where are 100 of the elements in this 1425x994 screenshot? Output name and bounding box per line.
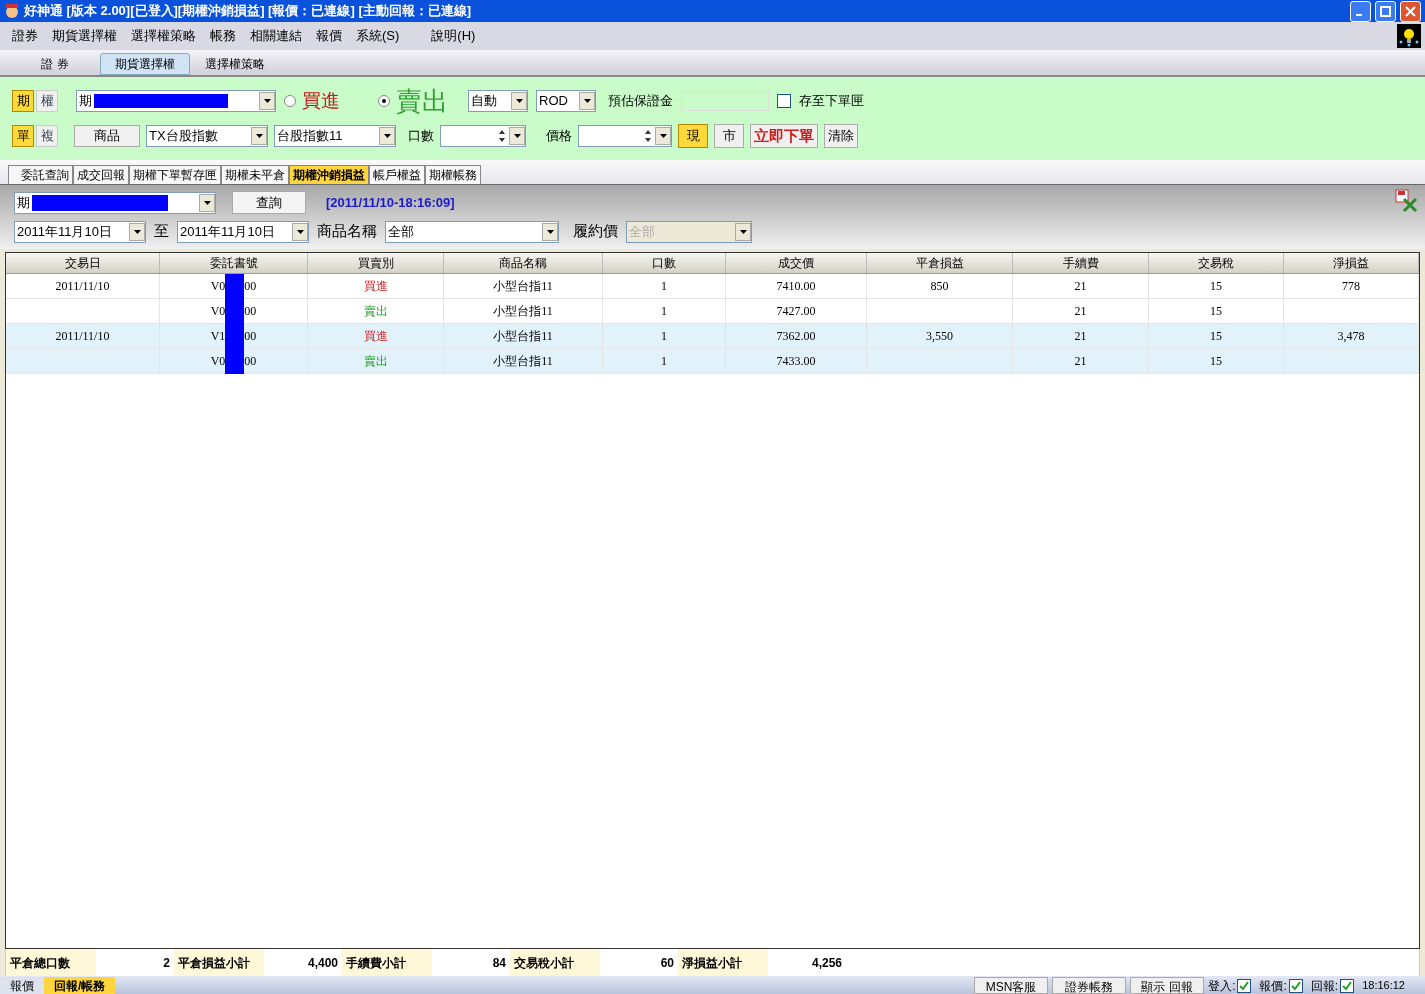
column-header[interactable]: 交易稅: [1149, 253, 1284, 273]
table-cell-text: 買進: [363, 278, 388, 295]
status-button[interactable]: MSN客服: [974, 977, 1049, 994]
table-row[interactable]: 2011/11/10 V1 00 買進 小型台指11 1 7362.00 3,550 21 15 3,478: [6, 324, 1419, 349]
clear-button[interactable]: 清除: [824, 124, 858, 148]
order-number: 00: [244, 353, 257, 370]
summary-value: 2: [162, 954, 171, 972]
toggle-button[interactable]: 單: [12, 125, 34, 147]
table-cell-text: 15: [1210, 353, 1222, 370]
menu-item[interactable]: 報價: [316, 26, 342, 46]
tab[interactable]: 帳戶權益: [369, 165, 425, 184]
tab[interactable]: 期權沖銷損益: [289, 165, 369, 184]
price-type-button[interactable]: 現: [678, 124, 708, 148]
column-header[interactable]: 口數: [603, 253, 726, 273]
table-cell-text: 小型台指11: [493, 278, 553, 295]
date-from-select[interactable]: 2011年11月10日: [14, 220, 146, 243]
tab[interactable]: 期權未平倉: [221, 165, 289, 184]
order-number: V1: [210, 328, 226, 345]
column-header[interactable]: 淨損益: [1284, 253, 1419, 273]
menu-item[interactable]: 證券: [12, 26, 38, 46]
menu-item[interactable]: 期貨選擇權: [52, 26, 117, 46]
tab[interactable]: 期貨選擇權: [100, 53, 190, 75]
menu-item[interactable]: 帳務: [210, 26, 236, 46]
status-button[interactable]: 顯示 回報: [1130, 977, 1205, 994]
checkbox[interactable]: [1237, 978, 1252, 993]
toggle-button[interactable]: 複: [36, 125, 58, 147]
radio-button[interactable]: [284, 95, 296, 107]
table-cell-text: 1: [661, 278, 667, 295]
account-select[interactable]: 期: [76, 90, 276, 112]
product-select[interactable]: TX台股指數: [146, 125, 268, 147]
strike-label: 履約價: [573, 221, 618, 242]
query-button[interactable]: 查詢: [232, 191, 306, 215]
column-header[interactable]: 委託書號: [160, 253, 308, 273]
open-close-select[interactable]: 自動: [468, 90, 528, 112]
status-button[interactable]: 證券帳務: [1052, 977, 1127, 994]
order-type-select[interactable]: ROD: [536, 90, 596, 112]
table-cell-text: 買進: [363, 328, 388, 345]
account-prefix: 期: [16, 194, 31, 212]
product-name-select[interactable]: 全部: [385, 220, 559, 243]
account-select[interactable]: 期: [14, 191, 216, 214]
tab[interactable]: 委託查詢: [8, 165, 73, 184]
column-header[interactable]: 平倉損益: [867, 253, 1013, 273]
table-row[interactable]: V0 00 賣出 小型台指11 1 7427.00 21 15: [6, 299, 1419, 324]
summary-label: 交易稅小計: [510, 949, 600, 976]
table-cell-text: 778: [1342, 278, 1360, 295]
checkbox[interactable]: [1288, 978, 1303, 993]
product-name-label: 商品名稱: [317, 221, 377, 242]
menu-item[interactable]: 選擇權策略: [131, 26, 196, 46]
maximize-icon[interactable]: [1375, 0, 1396, 22]
number-field[interactable]: [440, 125, 526, 147]
margin-label: 預估保證金: [608, 92, 673, 111]
redaction-bar: [225, 348, 245, 374]
column-header[interactable]: 買賣別: [308, 253, 444, 273]
radio-button[interactable]: [378, 95, 390, 107]
save-label: 存至下單匣: [799, 92, 864, 111]
table-cell-text: 小型台指11: [493, 328, 553, 345]
table-cell-text: 賣出: [363, 353, 388, 370]
price-type-button[interactable]: 市: [714, 124, 744, 148]
date-to-select[interactable]: 2011年11月10日: [177, 220, 309, 243]
order-number: 00: [244, 278, 257, 295]
table-row[interactable]: 2011/11/10 V0 00 買進 小型台指11 1 7410.00 850 21 15 778: [6, 274, 1419, 299]
table-cell-text: 3,478: [1337, 328, 1365, 345]
tab[interactable]: 報價: [0, 977, 44, 994]
table-cell-text: 小型台指11: [493, 303, 553, 320]
account-prefix: 期: [78, 92, 93, 111]
submit-order-button[interactable]: 立即下單: [750, 124, 818, 148]
excel-export-icon[interactable]: [1395, 189, 1419, 213]
toggle-button[interactable]: 期: [12, 90, 34, 112]
table-cell-text: 15: [1210, 278, 1222, 295]
column-header[interactable]: 交易日: [6, 253, 160, 273]
column-header[interactable]: 商品名稱: [444, 253, 603, 273]
column-header[interactable]: 成交價: [726, 253, 867, 273]
indicator-label: 回報:: [1310, 977, 1339, 994]
menu-item[interactable]: 說明(H): [431, 26, 476, 46]
toggle-button[interactable]: 權: [36, 90, 58, 112]
table-cell-text: 15: [1210, 303, 1222, 320]
query-timestamp: [2011/11/10-18:16:09]: [326, 194, 455, 212]
tab[interactable]: 證 券: [10, 53, 100, 75]
summary-value: 60: [659, 954, 675, 972]
table-row[interactable]: V0 00 賣出 小型台指11 1 7433.00 21 15: [6, 349, 1419, 374]
table-cell-text: 1: [661, 353, 667, 370]
tab[interactable]: 選擇權策略: [190, 53, 280, 75]
table-cell-text: 小型台指11: [493, 353, 553, 370]
close-icon[interactable]: [1400, 0, 1421, 22]
tab[interactable]: 成交回報: [73, 165, 129, 184]
indicator-label: 報價:: [1259, 977, 1287, 994]
number-field[interactable]: [578, 125, 672, 147]
menu-item[interactable]: 相關連結: [250, 26, 302, 46]
table-cell-text: 2011/11/10: [55, 278, 110, 295]
tab[interactable]: 期權下單暫存匣: [129, 165, 221, 184]
product-button[interactable]: 商品: [74, 125, 140, 147]
lightbulb-icon[interactable]: [1397, 24, 1421, 48]
checkbox[interactable]: [1340, 978, 1355, 993]
contract-select[interactable]: 台股指數11: [274, 125, 396, 147]
tab[interactable]: 回報/帳務: [44, 977, 116, 994]
column-header[interactable]: 手續費: [1013, 253, 1149, 273]
checkbox[interactable]: [777, 94, 791, 108]
tab[interactable]: 期權帳務: [425, 165, 481, 184]
menu-item[interactable]: 系統(S): [356, 26, 400, 46]
minimize-icon[interactable]: [1350, 0, 1371, 22]
